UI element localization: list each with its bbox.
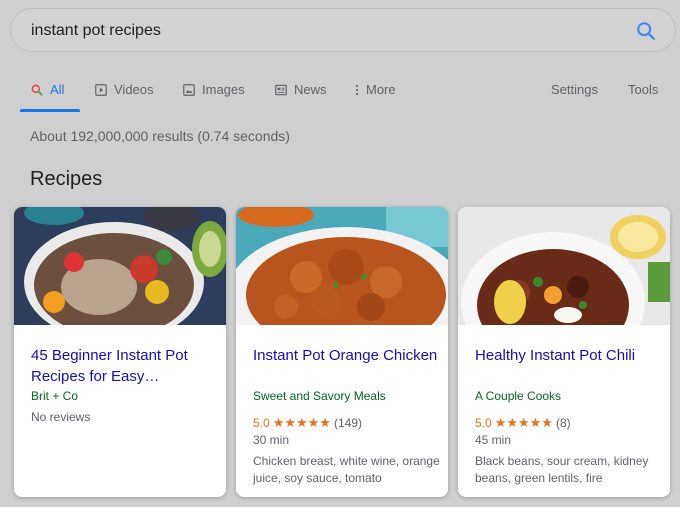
- search-tabs: All Videos Images News More Settings Too…: [0, 78, 680, 114]
- rating-count: (149): [333, 416, 362, 430]
- result-stats: About 192,000,000 results (0.74 seconds): [30, 128, 290, 144]
- tab-label: Settings: [551, 82, 598, 97]
- tab-label: News: [294, 82, 327, 97]
- recipe-image[interactable]: [458, 207, 670, 325]
- recipe-time: 45 min: [475, 433, 512, 447]
- tab-label: More: [366, 82, 396, 97]
- recipe-source: Brit + Co: [31, 389, 79, 403]
- section-title: Recipes: [30, 168, 103, 190]
- recipe-card[interactable]: Instant Pot Orange Chicken Sweet and Sav…: [236, 207, 448, 497]
- recipe-title[interactable]: Instant Pot Orange Chicken: [253, 345, 438, 366]
- tab-all[interactable]: All: [30, 82, 64, 97]
- video-icon: [95, 83, 107, 96]
- tab-videos[interactable]: Videos: [94, 82, 154, 97]
- image-icon: [183, 83, 195, 96]
- tab-label: All: [50, 82, 65, 97]
- recipe-card[interactable]: Healthy Instant Pot Chili A Couple Cooks…: [458, 207, 670, 497]
- recipe-source: A Couple Cooks: [475, 389, 562, 403]
- recipe-reviews: No reviews: [31, 410, 91, 424]
- star-rating-icon: ★★★★★: [494, 415, 553, 430]
- tab-label: Videos: [114, 82, 154, 97]
- recipe-time: 30 min: [253, 433, 290, 447]
- search-icon: [31, 84, 43, 95]
- rating-row: 5.0 ★★★★★ (149): [253, 415, 362, 431]
- recipe-ingredients: Black beans, sour cream, kidney beans, g…: [475, 454, 649, 485]
- tab-tools[interactable]: Tools: [628, 82, 658, 97]
- search-box[interactable]: instant pot recipes: [10, 8, 676, 52]
- recipe-title[interactable]: Healthy Instant Pot Chili: [475, 345, 660, 366]
- recipe-image[interactable]: [236, 207, 448, 325]
- tab-label: Tools: [628, 82, 659, 97]
- active-tab-indicator: [20, 109, 80, 112]
- recipe-card[interactable]: 45 Beginner Instant Pot Recipes for Easy…: [14, 207, 226, 497]
- news-icon: [275, 84, 287, 95]
- search-icon[interactable]: [635, 20, 657, 42]
- rating-count: (8): [555, 416, 571, 430]
- tab-settings[interactable]: Settings: [551, 82, 598, 97]
- recipe-source: Sweet and Savory Meals: [253, 389, 386, 403]
- more-vert-icon: [355, 84, 359, 95]
- rating-value: 5.0: [475, 416, 492, 430]
- rating-row: 5.0 ★★★★★ (8): [475, 415, 571, 431]
- tab-news[interactable]: News: [274, 82, 327, 97]
- tab-more[interactable]: More: [354, 82, 396, 97]
- tab-label: Images: [202, 82, 245, 97]
- recipe-title[interactable]: 45 Beginner Instant Pot Recipes for Easy…: [31, 345, 216, 387]
- tab-images[interactable]: Images: [182, 82, 245, 97]
- recipe-ingredients: Chicken breast, white wine, orange juice…: [253, 454, 440, 485]
- star-rating-icon: ★★★★★: [272, 415, 331, 430]
- rating-value: 5.0: [253, 416, 270, 430]
- recipe-image[interactable]: [14, 207, 226, 325]
- search-input[interactable]: instant pot recipes: [31, 22, 161, 40]
